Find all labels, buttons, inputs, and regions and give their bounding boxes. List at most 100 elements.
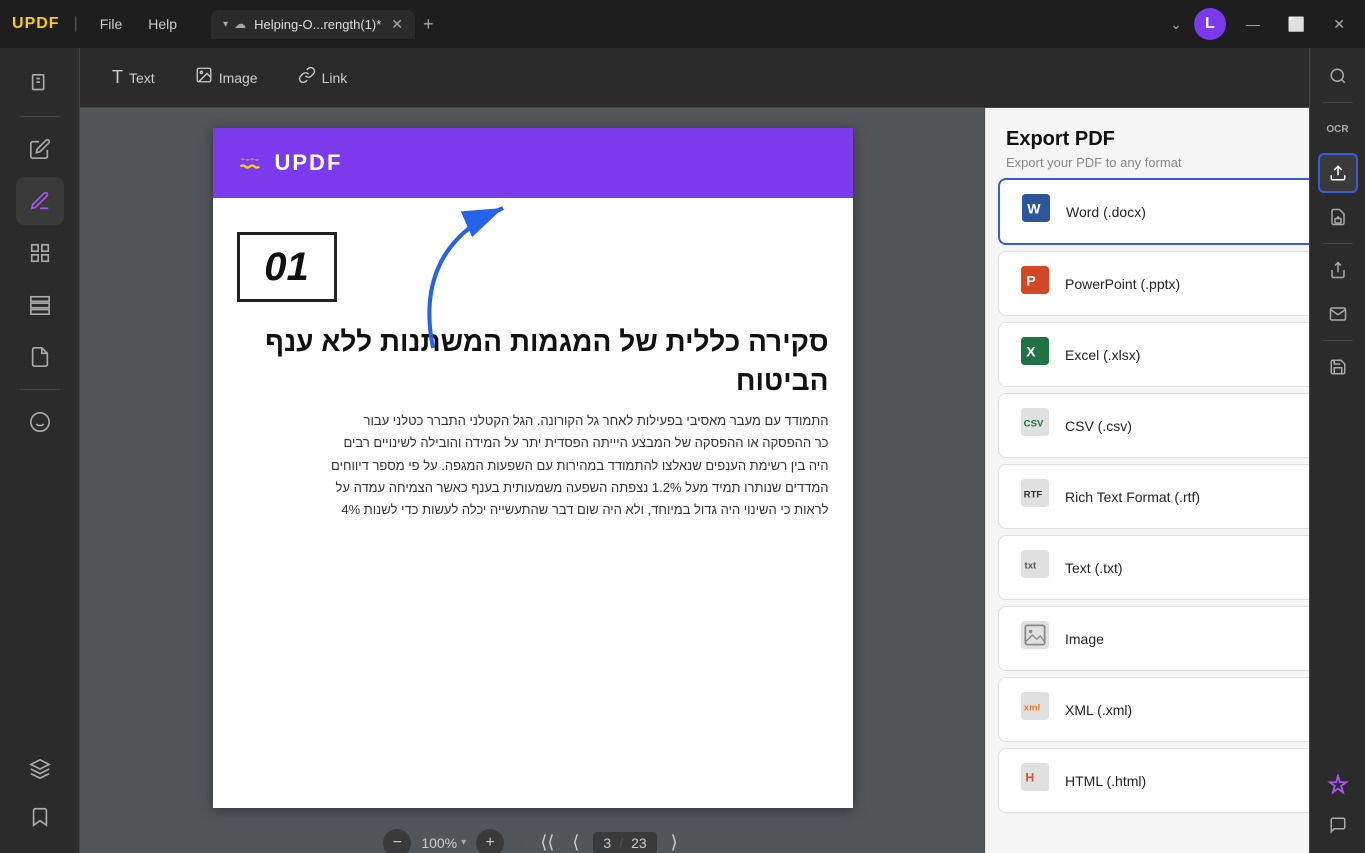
zoom-display: 100% ▾ (421, 835, 466, 851)
right-file-protect-button[interactable] (1318, 197, 1358, 237)
svg-text:W: W (1027, 200, 1041, 216)
right-sidebar-bottom (1318, 765, 1358, 845)
main-layout: T Text Image Link (0, 48, 1365, 853)
right-sidebar: OCR (1309, 48, 1365, 853)
pdf-body-line-3: היה בין רשימת הענפים שנאלצו להתמודד במהי… (237, 455, 829, 477)
export-item-excel[interactable]: X Excel (.xlsx) (998, 322, 1353, 387)
sidebar-sep-1 (20, 116, 60, 117)
tab-close-button[interactable]: ✕ (391, 16, 403, 33)
page-current: 3 (603, 835, 611, 851)
titlebar-separator: | (74, 15, 78, 33)
logo-u: U (12, 15, 25, 32)
pdf-header: UPDF (213, 128, 853, 198)
page-separator: / (619, 835, 623, 851)
pdf-number-box: 01 (237, 232, 337, 302)
sidebar-item-pages[interactable] (16, 60, 64, 108)
maximize-button[interactable]: ⬜ (1280, 12, 1313, 37)
export-item-html-label: HTML (.html) (1065, 773, 1146, 789)
avatar[interactable]: L (1194, 8, 1226, 40)
pdf-content: 01 סקירה כללית של המגמות המשתנות ללא ענף… (213, 198, 853, 521)
tab-area: ▾ ☁ Helping-O...rength(1)* ✕ + (211, 10, 1160, 39)
pdf-body-line-1: התמודד עם מעבר מאסיבי בפעילות לאחר גל הק… (237, 410, 829, 432)
pdf-body-line-5: לראות כי השינוי היה גדול במיוחד, ולא היה… (237, 499, 829, 521)
pdf-page: UPDF 01 סקירה כללית של המגמות המשתנות לל… (213, 128, 853, 808)
export-item-word[interactable]: W Word (.docx) (998, 178, 1353, 245)
right-ai-button[interactable] (1318, 765, 1358, 805)
export-item-csv[interactable]: CSV CSV (.csv) (998, 393, 1353, 458)
toolbar: T Text Image Link (80, 48, 1365, 108)
center-wrapper: T Text Image Link (80, 48, 1365, 853)
pdf-body-line-2: כר ההפסקה או ההפסקה של המבצע היייתה הפסד… (237, 432, 829, 454)
link-tool-icon (298, 66, 316, 89)
xml-icon: xml (1019, 692, 1051, 727)
right-sep-2 (1323, 243, 1353, 244)
export-subtitle: Export your PDF to any format (1006, 155, 1345, 170)
rtf-icon: RTF (1019, 479, 1051, 514)
nav-first-button[interactable]: ⟨⟨ (536, 828, 558, 853)
export-item-image[interactable]: Image (998, 606, 1353, 671)
right-search-button[interactable] (1318, 56, 1358, 96)
sidebar-item-layout[interactable] (16, 229, 64, 277)
image-tool-label: Image (219, 70, 258, 86)
sidebar-item-organize[interactable] (16, 281, 64, 329)
image-tool-icon (195, 66, 213, 89)
text-tool-button[interactable]: T Text (100, 61, 167, 94)
export-item-xml[interactable]: xml XML (.xml) (998, 677, 1353, 742)
tab-filename: Helping-O...rength(1)* (254, 17, 381, 32)
zoom-plus-button[interactable]: + (476, 829, 504, 853)
pdf-export-row: UPDF 01 סקירה כללית של המגמות המשתנות לל… (80, 108, 1365, 853)
image-tool-button[interactable]: Image (183, 60, 270, 95)
zoom-dropdown-icon[interactable]: ▾ (461, 837, 466, 848)
pdf-body: התמודד עם מעבר מאסיבי בפעילות לאחר גל הק… (237, 410, 829, 520)
titlebar: UPDF | File Help ▾ ☁ Helping-O...rength(… (0, 0, 1365, 48)
word-icon: W (1020, 194, 1052, 229)
tab-file[interactable]: ▾ ☁ Helping-O...rength(1)* ✕ (211, 10, 415, 39)
page-total: 23 (631, 835, 647, 851)
bottom-toolbar: − 100% ▾ + | ⟨⟨ ⟨ 3 / 23 ⟩ (100, 816, 965, 853)
sidebar-item-layers[interactable] (16, 745, 64, 793)
sidebar-sep-2 (20, 389, 60, 390)
export-item-ppt[interactable]: P PowerPoint (.pptx) (998, 251, 1353, 316)
expand-button[interactable]: ⌄ (1170, 16, 1182, 33)
txt-icon: txt (1019, 550, 1051, 585)
sidebar-item-edit[interactable] (16, 125, 64, 173)
pdf-body-line-4: המדדים שנותרו תמיד מעל 1.2% נצפתה השפעה … (237, 477, 829, 499)
new-tab-button[interactable]: + (423, 14, 434, 35)
export-item-txt[interactable]: txt Text (.txt) (998, 535, 1353, 600)
zoom-percent: 100% (421, 835, 457, 851)
right-ocr-button[interactable]: OCR (1318, 109, 1358, 149)
pdf-logo-text: UPDF (275, 150, 343, 176)
text-tool-icon: T (112, 67, 123, 88)
help-menu[interactable]: Help (140, 12, 185, 36)
pdf-number: 01 (264, 245, 309, 290)
export-item-rtf[interactable]: RTF Rich Text Format (.rtf) (998, 464, 1353, 529)
file-menu[interactable]: File (92, 12, 131, 36)
export-item-txt-label: Text (.txt) (1065, 560, 1123, 576)
link-tool-button[interactable]: Link (286, 60, 360, 95)
right-share-button[interactable] (1318, 250, 1358, 290)
titlebar-right: ⌄ L — ⬜ ✕ (1170, 8, 1353, 40)
ppt-icon: P (1019, 266, 1051, 301)
export-item-html[interactable]: H HTML (.html) (998, 748, 1353, 813)
svg-text:P: P (1026, 272, 1035, 288)
tab-dropdown-icon[interactable]: ▾ (223, 19, 228, 30)
nav-prev-button[interactable]: ⟨ (568, 828, 583, 853)
export-item-excel-label: Excel (.xlsx) (1065, 347, 1140, 363)
right-email-button[interactable] (1318, 294, 1358, 334)
svg-text:CSV: CSV (1024, 418, 1044, 429)
sidebar-item-bookmark[interactable] (16, 793, 64, 841)
close-window-button[interactable]: ✕ (1325, 12, 1353, 37)
pdf-logo-waves-icon (237, 149, 265, 177)
sidebar-item-sticker[interactable] (16, 398, 64, 446)
toolbar-separator-1: | (518, 834, 522, 852)
right-export-button[interactable] (1318, 153, 1358, 193)
minimize-button[interactable]: — (1238, 12, 1268, 36)
svg-text:xml: xml (1024, 702, 1041, 713)
sidebar-item-annotate[interactable] (16, 177, 64, 225)
pdf-title: סקירה כללית של המגמות המשתנות ללא ענף הב… (237, 322, 829, 400)
nav-next-button[interactable]: ⟩ (667, 828, 682, 853)
right-comment-button[interactable] (1318, 805, 1358, 845)
zoom-minus-button[interactable]: − (383, 829, 411, 853)
right-save-button[interactable] (1318, 347, 1358, 387)
sidebar-item-combine[interactable] (16, 333, 64, 381)
